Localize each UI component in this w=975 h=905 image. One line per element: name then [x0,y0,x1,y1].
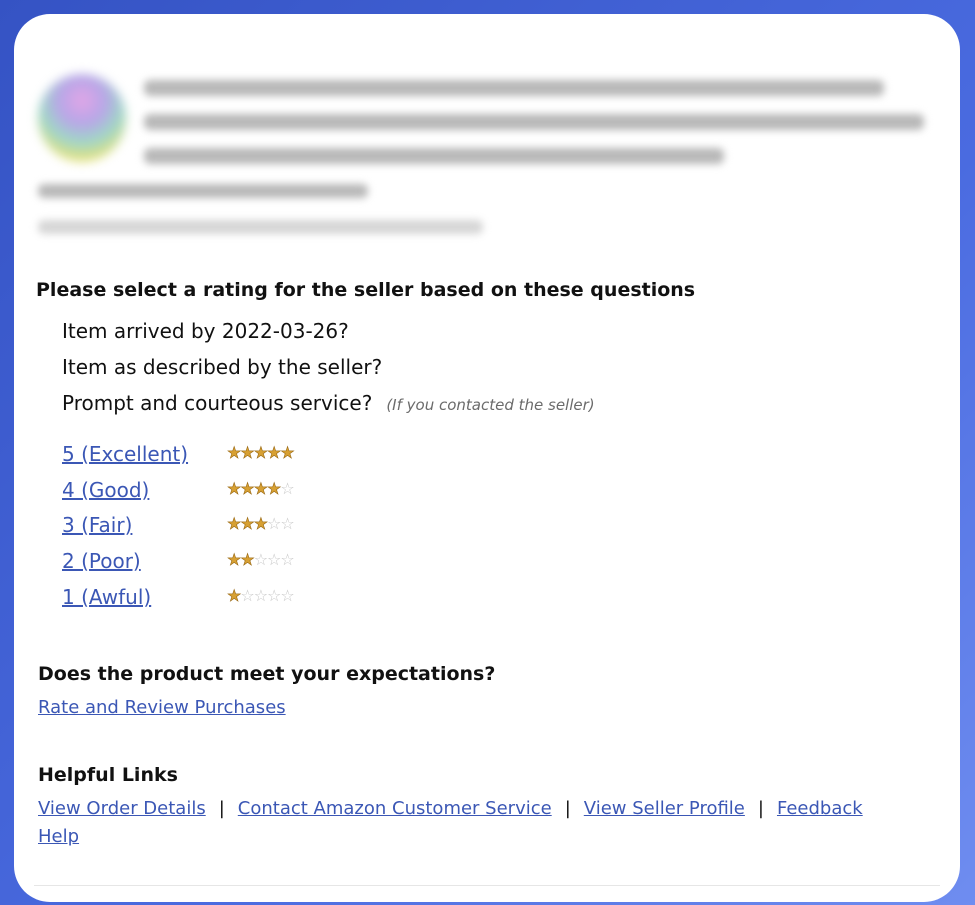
star-filled-icon: ★ [227,586,242,606]
star-empty-icon: ☆ [280,550,294,569]
blurred-seller-line [38,184,368,198]
view-order-details-link[interactable]: View Order Details [38,798,206,819]
blurred-product-title-line [144,114,924,130]
star-filled-icon: ★ [227,443,242,463]
rating-link-fair[interactable]: 3 (Fair) [62,513,132,537]
link-separator: | [564,798,571,819]
star-empty-icon: ☆ [267,514,281,533]
star-empty-icon: ☆ [280,586,294,605]
product-expectations-title: Does the product meet your expectations? [38,663,496,685]
star-filled-icon: ★ [267,443,282,463]
blurred-delivery-line [38,220,483,234]
rate-review-link[interactable]: Rate and Review Purchases [38,697,286,718]
blurred-product-title-line [144,80,884,96]
seller-rating-title: Please select a rating for the seller ba… [36,279,696,301]
star-filled-icon: ★ [227,514,242,534]
link-separator: | [218,798,225,819]
star-rating: ★★★★☆ [227,479,295,499]
helpful-links-row: View Order Details | Contact Amazon Custom… [38,798,863,819]
blurred-product-title-line [144,148,724,164]
email-card: Please select a rating for the seller ba… [14,14,960,902]
rating-link-poor[interactable]: 2 (Poor) [62,549,141,573]
star-filled-icon: ★ [253,514,268,534]
question-prompt-service: Prompt and courteous service? (If you con… [62,391,595,415]
star-filled-icon: ★ [253,479,268,499]
star-filled-icon: ★ [240,479,255,499]
star-empty-icon: ☆ [267,586,281,605]
rating-link-excellent[interactable]: 5 (Excellent) [62,442,188,466]
star-empty-icon: ☆ [253,550,268,569]
rating-link-good[interactable]: 4 (Good) [62,478,149,502]
help-link[interactable]: Help [38,826,79,847]
contact-customer-service-link[interactable]: Contact Amazon Customer Service [238,798,552,819]
product-thumbnail [38,74,126,162]
feedback-link[interactable]: Feedback [777,798,863,819]
blurred-product-summary [14,14,960,264]
question-prompt-service-text: Prompt and courteous service? [62,391,373,415]
star-rating: ★★☆☆☆ [227,550,295,570]
star-filled-icon: ★ [240,443,255,463]
star-empty-icon: ☆ [280,479,294,498]
star-rating: ★★★☆☆ [227,514,295,534]
helpful-links-title: Helpful Links [38,764,178,786]
question-as-described: Item as described by the seller? [62,355,383,379]
star-filled-icon: ★ [227,550,242,570]
star-rating: ★☆☆☆☆ [227,586,295,606]
view-seller-profile-link[interactable]: View Seller Profile [584,798,745,819]
star-filled-icon: ★ [253,443,268,463]
star-filled-icon: ★ [227,479,242,499]
footer-divider [34,885,940,886]
question-arrived-by: Item arrived by 2022-03-26? [62,319,349,343]
question-note: (If you contacted the seller) [386,396,595,414]
star-filled-icon: ★ [267,479,282,499]
star-empty-icon: ☆ [253,586,268,605]
link-separator: | [757,798,764,819]
star-empty-icon: ☆ [267,550,281,569]
star-filled-icon: ★ [240,514,255,534]
star-rating: ★★★★★ [227,443,295,463]
star-filled-icon: ★ [280,443,295,463]
rating-link-awful[interactable]: 1 (Awful) [62,585,151,609]
star-filled-icon: ★ [240,550,255,570]
star-empty-icon: ☆ [240,586,254,605]
star-empty-icon: ☆ [280,514,294,533]
